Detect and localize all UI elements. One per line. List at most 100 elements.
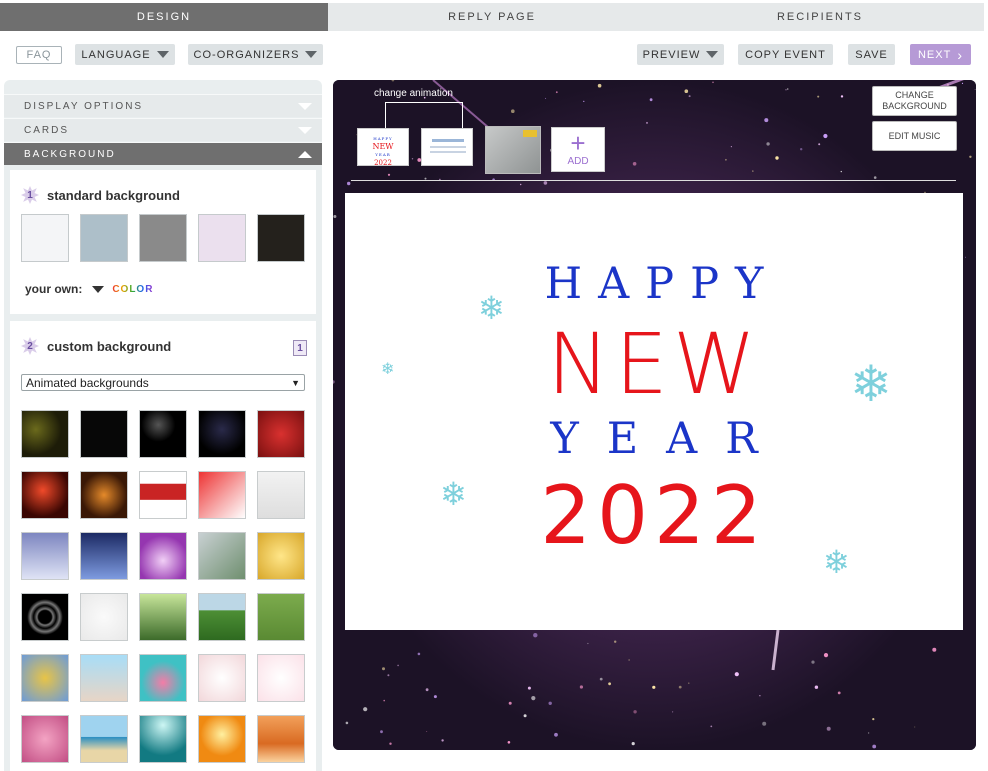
tab-reply-page[interactable]: REPLY PAGE <box>328 3 656 31</box>
spark <box>786 88 789 90</box>
background-swatch[interactable] <box>80 214 128 262</box>
background-thumb-christmas-tree[interactable] <box>257 471 305 519</box>
spark <box>725 158 727 161</box>
spark <box>678 685 682 689</box>
greeting-card[interactable]: HAPPY NEW YEAR 2022 ❄ ❄ ❄ ❄ ❄ <box>345 193 963 630</box>
background-thumb-hypnotic-rings[interactable] <box>21 593 69 641</box>
background-thumb-dancing-santas[interactable] <box>139 471 187 519</box>
animation-thumb-card[interactable]: HAPPY NEW YEAR 2022 <box>357 128 409 167</box>
coorganizers-label: CO-ORGANIZERS <box>193 48 300 61</box>
tab-design[interactable]: DESIGN <box>0 3 328 31</box>
background-thumb-black[interactable] <box>80 410 128 458</box>
background-thumb-birthday-candles[interactable] <box>80 654 128 702</box>
background-thumb-dark-bokeh[interactable] <box>21 410 69 458</box>
preview-dropdown[interactable]: PREVIEW <box>637 44 724 65</box>
section-display-options[interactable]: DISPLAY OPTIONS <box>4 94 322 117</box>
spark <box>817 95 820 98</box>
background-thumb-santa-bag[interactable] <box>198 471 246 519</box>
spark <box>969 155 972 158</box>
spark <box>961 82 964 84</box>
page-indicator[interactable]: 1 <box>293 340 307 356</box>
background-thumb-confetti-white[interactable] <box>80 593 128 641</box>
animation-thumb-reply[interactable] <box>421 128 473 166</box>
background-thumb-balloons[interactable] <box>21 654 69 702</box>
background-thumb-sunset-golf[interactable] <box>198 715 246 763</box>
spark <box>872 718 875 721</box>
spark <box>583 100 585 102</box>
add-animation-button[interactable]: + ADD <box>551 127 605 172</box>
spark <box>775 156 779 160</box>
background-thumb-sea-sunset[interactable] <box>257 715 305 763</box>
background-thumb-cupcake[interactable] <box>139 654 187 702</box>
background-thumb-christmas-lights[interactable] <box>80 471 128 519</box>
background-thumb-grass-meadow[interactable] <box>257 593 305 641</box>
background-thumb-snowy-forest[interactable] <box>21 532 69 580</box>
background-thumb-champagne-bubbles[interactable] <box>257 532 305 580</box>
top-tabs: DESIGN REPLY PAGE RECIPIENTS <box>0 3 984 31</box>
spark <box>646 121 648 124</box>
change-animation-label: change animation <box>374 88 453 99</box>
tab-recipients[interactable]: RECIPIENTS <box>656 3 984 31</box>
faq-button[interactable]: FAQ <box>16 46 62 64</box>
section-background[interactable]: BACKGROUND <box>4 142 322 165</box>
spark <box>873 176 877 179</box>
spark <box>387 674 390 677</box>
spark <box>548 701 552 705</box>
change-background-button[interactable]: CHANGE BACKGROUND <box>872 86 957 116</box>
spark <box>555 91 558 94</box>
next-button[interactable]: NEXT › <box>910 44 971 65</box>
background-thumb-underwater[interactable] <box>139 715 187 763</box>
spark <box>387 173 391 176</box>
background-thumb-red-glitter[interactable] <box>257 410 305 458</box>
background-category-select[interactable]: Animated backgrounds ▼ <box>21 374 305 391</box>
spark <box>734 672 739 677</box>
standard-background-header: 1 standard background <box>21 186 180 204</box>
spark <box>347 181 351 186</box>
preview-label: PREVIEW <box>642 48 701 61</box>
custom-background-box: 2 custom background 1 Animated backgroun… <box>10 321 316 771</box>
background-thumb-champagne-spray[interactable] <box>198 532 246 580</box>
spark <box>840 95 844 98</box>
snowflake-icon: ❄ <box>823 544 850 580</box>
background-thumb-colored-stars[interactable] <box>198 410 246 458</box>
background-thumb-sunny-forest[interactable] <box>139 593 187 641</box>
background-thumb-pink-petals[interactable] <box>257 654 305 702</box>
spark <box>533 633 538 638</box>
background-thumb-candle[interactable] <box>21 471 69 519</box>
spark <box>579 685 583 689</box>
spark <box>672 711 674 713</box>
coorganizers-dropdown[interactable]: CO-ORGANIZERS <box>188 44 323 65</box>
spark <box>914 726 916 728</box>
copy-event-button[interactable]: COPY EVENT <box>738 44 833 65</box>
color-label[interactable]: COLOR <box>112 284 153 295</box>
background-thumb-pink-roses[interactable] <box>21 715 69 763</box>
spark <box>712 81 714 84</box>
background-thumb-starry-snow[interactable] <box>139 410 187 458</box>
spark <box>766 142 770 146</box>
save-button[interactable]: SAVE <box>848 44 895 65</box>
reply-line <box>432 139 464 142</box>
background-thumb-beach[interactable] <box>80 715 128 763</box>
background-thumb-winter-cabin[interactable] <box>80 532 128 580</box>
spark <box>932 647 937 652</box>
background-swatch[interactable] <box>257 214 305 262</box>
background-thumb-purple-sparkle[interactable] <box>139 532 187 580</box>
background-swatch[interactable] <box>198 214 246 262</box>
background-thumb-rose-petals[interactable] <box>198 654 246 702</box>
background-thumb-green-field[interactable] <box>198 593 246 641</box>
section-cards[interactable]: CARDS <box>4 118 322 141</box>
spark <box>441 739 444 742</box>
edit-music-button[interactable]: EDIT MUSIC <box>872 121 957 151</box>
animation-thumb-glitter[interactable] <box>485 126 541 174</box>
toolbar: FAQ LANGUAGE CO-ORGANIZERS PREVIEW COPY … <box>0 44 988 66</box>
color-dropdown-icon[interactable] <box>92 285 105 293</box>
spark <box>426 731 428 732</box>
animation-bracket <box>385 102 463 128</box>
background-swatch[interactable] <box>21 214 69 262</box>
language-dropdown[interactable]: LANGUAGE <box>75 44 175 65</box>
spark <box>333 215 337 218</box>
chevron-down-icon <box>706 51 719 58</box>
spark <box>597 83 602 88</box>
spark <box>811 660 815 664</box>
background-swatch[interactable] <box>139 214 187 262</box>
